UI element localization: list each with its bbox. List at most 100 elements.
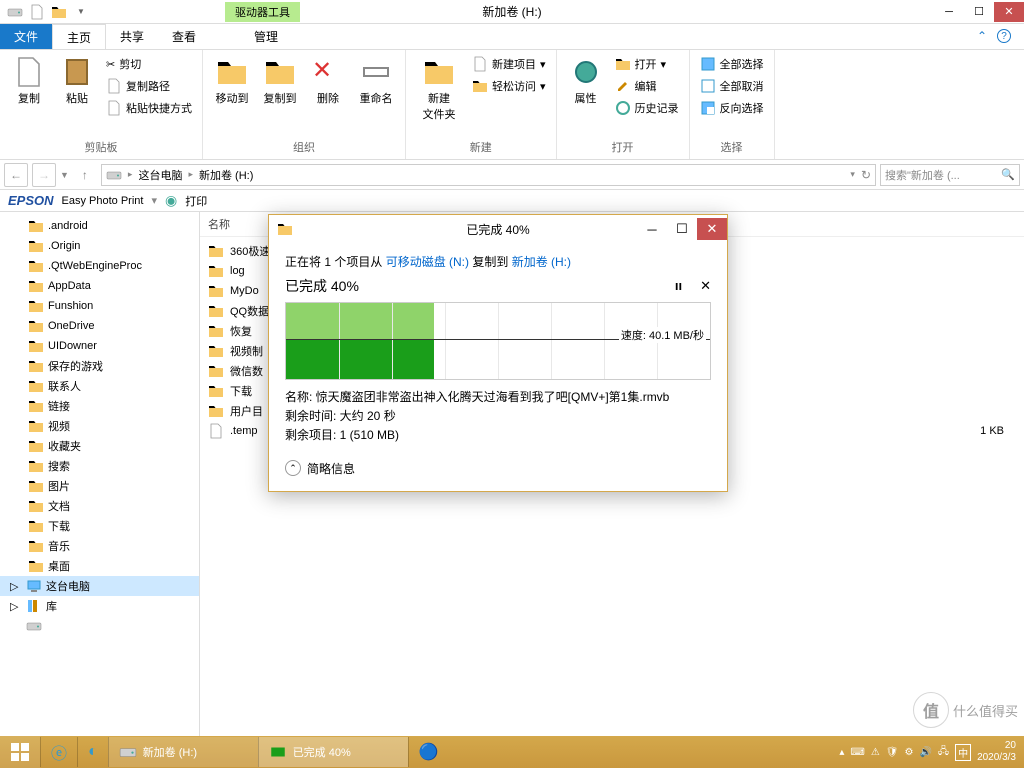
sidebar-item[interactable]: AppData xyxy=(0,276,199,296)
qat-properties-icon[interactable] xyxy=(6,3,24,21)
task-chrome[interactable]: 🔵 xyxy=(408,737,449,767)
qat-new-folder-icon[interactable] xyxy=(28,3,46,21)
edit-button[interactable]: 编辑 xyxy=(613,76,681,96)
tab-share[interactable]: 共享 xyxy=(106,24,158,49)
easy-access-button[interactable]: 轻松访问 ▾ xyxy=(470,76,548,96)
close-button[interactable]: ✕ xyxy=(994,2,1024,22)
sidebar-this-pc[interactable]: ▷这台电脑 xyxy=(0,576,199,596)
copy-to-button[interactable]: 复制到 xyxy=(259,54,301,108)
task-explorer[interactable]: 新加卷 (H:) xyxy=(108,737,258,767)
sidebar-item[interactable]: 下载 xyxy=(0,516,199,536)
sidebar-item[interactable]: 链接 xyxy=(0,396,199,416)
sidebar-item[interactable]: Funshion xyxy=(0,296,199,316)
tray-icon-3[interactable]: ⚙ xyxy=(904,747,913,758)
dialog-minimize-button[interactable]: ─ xyxy=(637,218,667,240)
dialog-close-button[interactable]: ✕ xyxy=(697,218,727,240)
group-open-label: 打开 xyxy=(565,137,681,155)
copy-path-button[interactable]: 复制路径 xyxy=(104,76,194,96)
sidebar-item[interactable]: 图片 xyxy=(0,476,199,496)
sidebar-item[interactable]: .android xyxy=(0,216,199,236)
up-button[interactable]: ↑ xyxy=(73,163,97,187)
taskbar: ⓔ ◐ 新加卷 (H:) 已完成 40% 🔵 ▴ ⌨ ⚠ 🛡 ⚙ 🔊 🖧 中 2… xyxy=(0,736,1024,768)
invert-selection-button[interactable]: 反向选择 xyxy=(698,98,766,118)
epson-toolbar: EPSON Easy Photo Print ▾ ◉ 打印 xyxy=(0,190,1024,212)
group-clipboard-label: 剪贴板 xyxy=(8,137,194,155)
task-browser[interactable]: ◐ xyxy=(77,737,108,767)
select-all-button[interactable]: 全部选择 xyxy=(698,54,766,74)
tab-view[interactable]: 查看 xyxy=(158,24,210,49)
sidebar-item[interactable]: 桌面 xyxy=(0,556,199,576)
tray-icon-1[interactable]: ⚠ xyxy=(871,747,880,758)
search-input[interactable]: 搜索"新加卷 (... 🔍 xyxy=(880,164,1020,186)
drive-icon xyxy=(119,743,137,761)
ribbon-collapse-icon[interactable]: ⌃ xyxy=(977,29,987,43)
copy-source-line: 正在将 1 个项目从 可移动磁盘 (N:) 复制到 新加卷 (H:) xyxy=(285,253,711,270)
task-ie[interactable]: ⓔ xyxy=(40,737,77,767)
sidebar-item[interactable]: 收藏夹 xyxy=(0,436,199,456)
copy-progress-dialog: 已完成 40% ─ ☐ ✕ 正在将 1 个项目从 可移动磁盘 (N:) 复制到 … xyxy=(268,214,728,492)
more-info-toggle[interactable]: ⌃ 简略信息 xyxy=(285,460,711,477)
sidebar-item[interactable]: 音乐 xyxy=(0,536,199,556)
keyboard-icon[interactable]: ⌨ xyxy=(850,747,864,758)
ime-icon[interactable]: 中 xyxy=(955,744,971,761)
history-dropdown-icon[interactable]: ▼ xyxy=(60,170,69,180)
sidebar-item[interactable]: .QtWebEngineProc xyxy=(0,256,199,276)
system-tray[interactable]: ▴ ⌨ ⚠ 🛡 ⚙ 🔊 🖧 中 20 2020/3/3 xyxy=(831,740,1024,764)
new-folder-button[interactable]: 新建 文件夹 xyxy=(414,54,464,124)
back-button[interactable]: ← xyxy=(4,163,28,187)
task-copy-dialog[interactable]: 已完成 40% xyxy=(258,737,408,767)
speed-label: 速度: 40.1 MB/秒 xyxy=(619,327,706,343)
print-button[interactable]: 打印 xyxy=(185,193,207,209)
tray-up-icon[interactable]: ▴ xyxy=(839,747,844,758)
sidebar-network[interactable] xyxy=(0,616,199,636)
navbar: ← → ▼ ↑ ▸ 这台电脑 ▸ 新加卷 (H:) ▾ ↻ 搜索"新加卷 (..… xyxy=(0,160,1024,190)
sidebar-item[interactable]: 搜索 xyxy=(0,456,199,476)
refresh-icon[interactable]: ↻ xyxy=(861,168,871,182)
paste-button[interactable]: 粘贴 xyxy=(56,54,98,108)
new-item-button[interactable]: 新建项目 ▾ xyxy=(470,54,548,74)
sidebar-item[interactable]: OneDrive xyxy=(0,316,199,336)
tab-manage[interactable]: 管理 xyxy=(240,24,292,49)
address-bar[interactable]: ▸ 这台电脑 ▸ 新加卷 (H:) ▾ ↻ xyxy=(101,164,876,186)
dialog-maximize-button[interactable]: ☐ xyxy=(667,218,697,240)
tab-home[interactable]: 主页 xyxy=(52,24,106,49)
minimize-button[interactable]: ─ xyxy=(934,2,964,22)
help-icon[interactable]: ? xyxy=(997,29,1011,43)
maximize-button[interactable]: ☐ xyxy=(964,2,994,22)
stop-button[interactable]: ✕ xyxy=(700,278,711,294)
qat-undo-icon[interactable] xyxy=(50,3,68,21)
group-select-label: 选择 xyxy=(698,137,766,155)
move-to-button[interactable]: 移动到 xyxy=(211,54,253,108)
clock[interactable]: 20 2020/3/3 xyxy=(977,740,1016,764)
delete-button[interactable]: ✕删除 xyxy=(307,54,349,108)
context-tab-drive-tools: 驱动器工具 xyxy=(225,2,300,22)
paste-shortcut-button[interactable]: 粘贴快捷方式 xyxy=(104,98,194,118)
qat-dropdown-icon[interactable]: ▼ xyxy=(72,3,90,21)
select-none-button[interactable]: 全部取消 xyxy=(698,76,766,96)
dest-link[interactable]: 新加卷 (H:) xyxy=(512,255,571,269)
cut-button[interactable]: ✂剪切 xyxy=(104,54,194,74)
sidebar-item[interactable]: 视频 xyxy=(0,416,199,436)
network-icon[interactable]: 🖧 xyxy=(938,744,949,761)
sidebar-item[interactable]: UIDowner xyxy=(0,336,199,356)
start-button[interactable] xyxy=(0,736,40,768)
properties-button[interactable]: 属性 xyxy=(565,54,607,108)
source-link[interactable]: 可移动磁盘 (N:) xyxy=(386,255,469,269)
crumb-drive[interactable]: 新加卷 (H:) xyxy=(199,167,253,183)
crumb-this-pc[interactable]: 这台电脑 xyxy=(138,167,182,183)
copy-button[interactable]: 复制 xyxy=(8,54,50,108)
volume-icon[interactable]: 🔊 xyxy=(919,747,931,758)
sidebar-item[interactable]: 保存的游戏 xyxy=(0,356,199,376)
open-button[interactable]: 打开 ▾ xyxy=(613,54,681,74)
tab-file[interactable]: 文件 xyxy=(0,24,52,49)
sidebar-item[interactable]: .Origin xyxy=(0,236,199,256)
address-dropdown-icon[interactable]: ▾ xyxy=(850,169,855,180)
rename-button[interactable]: 重命名 xyxy=(355,54,397,108)
history-button[interactable]: 历史记录 xyxy=(613,98,681,118)
forward-button[interactable]: → xyxy=(32,163,56,187)
sidebar-item[interactable]: 文档 xyxy=(0,496,199,516)
pause-button[interactable]: ıı xyxy=(675,278,682,294)
sidebar-item[interactable]: 联系人 xyxy=(0,376,199,396)
tray-icon-2[interactable]: 🛡 xyxy=(886,747,899,758)
sidebar-libraries[interactable]: ▷库 xyxy=(0,596,199,616)
